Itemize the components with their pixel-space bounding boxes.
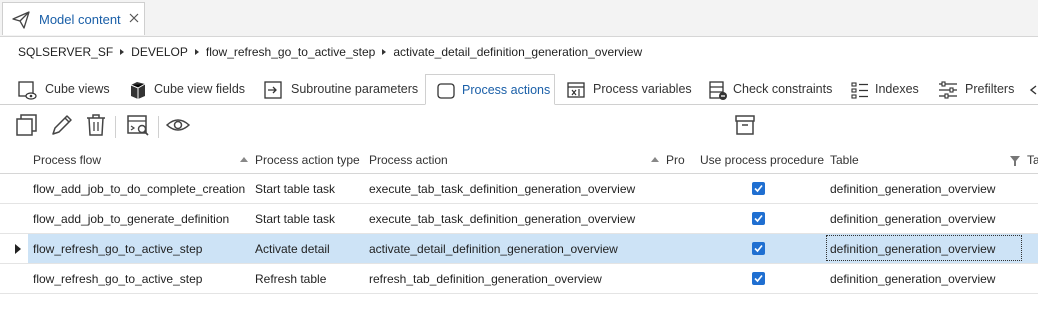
tab-label: Check constraints bbox=[733, 82, 833, 96]
toolbar-divider bbox=[158, 116, 159, 138]
use-process-procedure-checkbox[interactable] bbox=[752, 242, 765, 255]
cell-process-action-type: Start table task bbox=[255, 182, 336, 196]
search-view-icon[interactable] bbox=[125, 112, 151, 138]
sliders-icon bbox=[937, 79, 959, 101]
tab-label: Cube view fields bbox=[154, 82, 246, 96]
column-header-use-process-procedure[interactable]: Use process procedure bbox=[700, 153, 824, 167]
toolbar-divider bbox=[115, 116, 116, 138]
cell-table: definition_generation_overview bbox=[830, 212, 996, 226]
close-icon[interactable] bbox=[127, 11, 141, 25]
cell-process-flow: flow_add_job_to_generate_definition bbox=[33, 212, 230, 226]
use-process-procedure-checkbox[interactable] bbox=[752, 272, 765, 285]
cell-process-flow: flow_refresh_go_to_active_step bbox=[33, 272, 203, 286]
tab-label: Process variables bbox=[593, 82, 692, 96]
tab-cube-views[interactable]: Cube views bbox=[12, 74, 112, 104]
tab-label: Prefilters bbox=[965, 82, 1015, 96]
tab-check-constraints[interactable]: Check constraints bbox=[705, 74, 835, 104]
column-header-process-flow[interactable]: Process flow bbox=[33, 153, 101, 167]
cell-process-action: execute_tab_task_definition_generation_o… bbox=[369, 182, 636, 196]
rounded-rect-icon bbox=[435, 80, 457, 102]
table-row[interactable]: flow_add_job_to_generate_definition Star… bbox=[0, 204, 1038, 234]
scroll-tabs-left-icon[interactable] bbox=[1028, 74, 1038, 104]
table-row[interactable]: flow_add_job_to_do_complete_creation Sta… bbox=[0, 174, 1038, 204]
cell-process-flow: flow_add_job_to_do_complete_creation bbox=[33, 182, 246, 196]
subroutine-icon bbox=[262, 79, 284, 101]
row-header[interactable] bbox=[0, 234, 28, 263]
document-tab-model-content[interactable]: Model content bbox=[2, 2, 145, 35]
cell-process-action-type: Activate detail bbox=[255, 242, 330, 256]
tab-label: Cube views bbox=[45, 82, 110, 96]
filter-icon[interactable] bbox=[1010, 155, 1020, 169]
edit-icon[interactable] bbox=[49, 112, 75, 138]
cell-table: definition_generation_overview bbox=[830, 182, 996, 196]
column-header-table[interactable]: Table bbox=[830, 153, 859, 167]
tab-indexes[interactable]: Indexes bbox=[847, 74, 927, 104]
tab-process-variables[interactable]: Process variables bbox=[563, 74, 693, 104]
paper-plane-icon bbox=[12, 11, 30, 29]
check-constraints-icon bbox=[707, 79, 729, 101]
cell-process-action-type: Refresh table bbox=[255, 272, 327, 286]
tab-label: Process actions bbox=[462, 83, 551, 97]
cell-process-action-type: Start table task bbox=[255, 212, 336, 226]
breadcrumb-separator-icon bbox=[194, 48, 199, 55]
breadcrumb: SQLSERVER_SF DEVELOP flow_refresh_go_to_ac… bbox=[18, 44, 642, 60]
breadcrumb-item[interactable]: flow_refresh_go_to_active_step bbox=[206, 45, 375, 59]
cell-process-flow: flow_refresh_go_to_active_step bbox=[33, 242, 203, 256]
cube-icon bbox=[127, 79, 149, 101]
cell-process-action: refresh_tab_definition_generation_overvi… bbox=[369, 272, 602, 286]
use-process-procedure-checkbox[interactable] bbox=[752, 212, 765, 225]
delete-icon[interactable] bbox=[83, 112, 109, 138]
breadcrumb-item[interactable]: DEVELOP bbox=[131, 45, 188, 59]
document-tab-title: Model content bbox=[39, 12, 121, 27]
cell-table: definition_generation_overview bbox=[830, 272, 996, 286]
sub-tab-bar: Cube views Cube view fields Subroutine p… bbox=[0, 74, 1038, 105]
table-row-selected[interactable]: flow_refresh_go_to_active_step Activate … bbox=[0, 234, 1038, 264]
tab-process-actions[interactable]: Process actions bbox=[425, 74, 555, 105]
current-row-indicator-icon bbox=[15, 244, 21, 254]
tab-prefilters[interactable]: Prefilters bbox=[935, 74, 1025, 104]
column-header-pro[interactable]: Pro bbox=[666, 153, 685, 167]
sort-ascending-icon bbox=[240, 157, 248, 162]
cube-views-icon bbox=[16, 79, 38, 101]
grid-header: Process flow Process action type Process… bbox=[0, 148, 1038, 174]
use-process-procedure-checkbox[interactable] bbox=[752, 182, 765, 195]
tab-subroutine-parameters[interactable]: Subroutine parameters bbox=[258, 74, 419, 104]
tab-label: Subroutine parameters bbox=[291, 82, 419, 96]
tab-cube-view-fields[interactable]: Cube view fields bbox=[124, 74, 248, 104]
toolbar bbox=[0, 108, 1038, 144]
tab-label: Indexes bbox=[875, 82, 919, 96]
indexes-icon bbox=[849, 79, 871, 101]
eye-icon[interactable] bbox=[165, 112, 191, 138]
cell-table: definition_generation_overview bbox=[830, 242, 996, 256]
breadcrumb-separator-icon bbox=[382, 48, 387, 55]
copy-icon[interactable] bbox=[14, 112, 40, 138]
breadcrumb-item[interactable]: SQLSERVER_SF bbox=[18, 45, 113, 59]
column-header-ta[interactable]: Ta bbox=[1027, 153, 1038, 167]
breadcrumb-separator-icon bbox=[120, 48, 125, 55]
variables-icon bbox=[565, 79, 587, 101]
column-header-process-action-type[interactable]: Process action type bbox=[255, 153, 360, 167]
archive-icon[interactable] bbox=[732, 112, 758, 138]
document-tab-bar: Model content bbox=[0, 0, 1038, 37]
table-row[interactable]: flow_refresh_go_to_active_step Refresh t… bbox=[0, 264, 1038, 294]
column-header-process-action[interactable]: Process action bbox=[369, 153, 448, 167]
cell-process-action: activate_detail_definition_generation_ov… bbox=[369, 242, 618, 256]
breadcrumb-item[interactable]: activate_detail_definition_generation_ov… bbox=[393, 45, 642, 59]
cell-process-action: execute_tab_task_definition_generation_o… bbox=[369, 212, 636, 226]
sort-ascending-icon bbox=[651, 157, 659, 162]
